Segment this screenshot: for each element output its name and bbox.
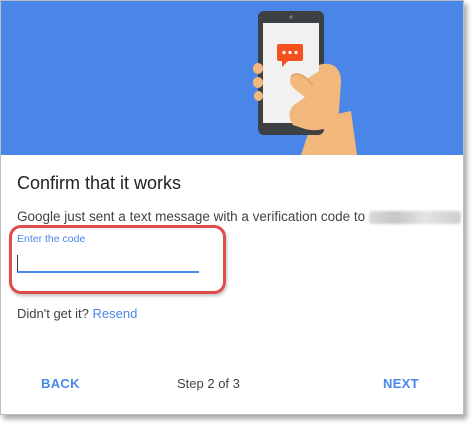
code-input[interactable] (17, 251, 199, 273)
code-field: Enter the code (17, 233, 201, 273)
text-caret (17, 255, 18, 271)
back-button[interactable]: BACK (41, 376, 80, 391)
message-text: Google just sent a text message with a v… (17, 209, 366, 224)
redacted-phone-number (369, 210, 462, 224)
resend-row: Didn't get it? Resend (17, 306, 137, 321)
hero-banner (1, 1, 463, 155)
resend-prompt: Didn't get it? (17, 306, 89, 321)
phone-in-hand-illustration (253, 11, 357, 155)
verification-message: Google just sent a text message with a v… (17, 209, 462, 224)
verification-dialog: Confirm that it works Google just sent a… (0, 0, 464, 415)
code-field-label: Enter the code (17, 233, 86, 245)
step-indicator: Step 2 of 3 (177, 376, 240, 391)
next-button[interactable]: NEXT (383, 376, 419, 391)
dialog-title: Confirm that it works (17, 173, 182, 193)
resend-link[interactable]: Resend (92, 306, 137, 321)
